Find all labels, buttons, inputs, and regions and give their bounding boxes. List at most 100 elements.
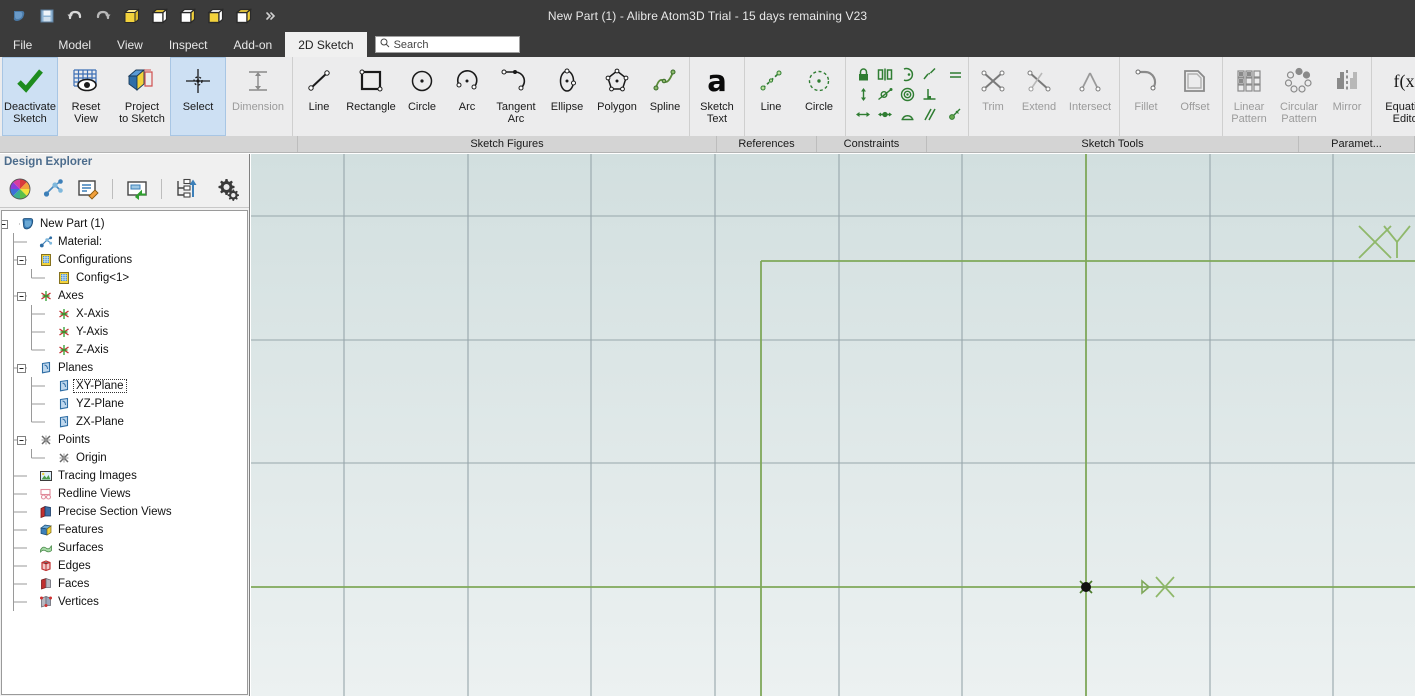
ellipse-button[interactable]: Ellipse (543, 57, 591, 136)
tangent-icon[interactable] (877, 87, 893, 107)
intersect-button[interactable]: Intersect (1063, 57, 1117, 136)
menu-add-on[interactable]: Add-on (221, 32, 286, 57)
tree-item-x-axis[interactable]: X-Axis (2, 305, 247, 323)
origin-point[interactable] (1079, 580, 1093, 594)
tree-item-precise-section-views[interactable]: Precise Section Views (2, 503, 247, 521)
gears-icon[interactable] (217, 177, 241, 201)
constraints-extra-column (944, 57, 966, 136)
app-icon[interactable] (6, 3, 32, 29)
tangent-arc-button[interactable]: Tangent Arc (489, 57, 543, 136)
concentric-icon[interactable] (900, 87, 915, 107)
horizontal-icon[interactable] (855, 107, 871, 127)
circular-pattern-button[interactable]: Circular Pattern (1273, 57, 1325, 136)
tree-item-label: Material: (58, 236, 103, 248)
trim-button[interactable]: Trim (971, 57, 1015, 136)
auto-constraint-icon[interactable] (947, 107, 963, 127)
tree-item-edges[interactable]: Edges (2, 557, 247, 575)
dimension-button[interactable]: Dimension (226, 57, 290, 136)
arc-label: Arc (458, 101, 476, 113)
group-label-references: References (717, 136, 817, 152)
tree-up-arrow-icon[interactable] (174, 177, 198, 201)
cube-outline-2-icon[interactable] (174, 3, 200, 29)
reference-line-button[interactable]: Line (747, 57, 795, 136)
tree-expander[interactable] (17, 256, 26, 265)
tree-item-axes[interactable]: Axes (2, 287, 247, 305)
redo-arrow-icon[interactable] (90, 3, 116, 29)
tree-item-planes[interactable]: Planes (2, 359, 247, 377)
sketch-canvas[interactable] (251, 154, 1415, 696)
cube-outline-3-icon[interactable] (202, 3, 228, 29)
offset-button[interactable]: Offset (1170, 57, 1220, 136)
tree-item-vertices[interactable]: Vertices (2, 593, 247, 611)
parallel-icon[interactable] (922, 107, 937, 127)
cube-yellow-icon[interactable] (118, 3, 144, 29)
vertical-icon[interactable] (856, 87, 871, 107)
menu-file[interactable]: File (0, 32, 45, 57)
design-explorer-tree[interactable]: New Part (1) Material: Configurations Confi… (1, 210, 248, 695)
tree-item-redline-views[interactable]: Redline Views (2, 485, 247, 503)
tree-item-label: Origin (76, 452, 107, 464)
arc-button[interactable]: Arc (445, 57, 489, 136)
equation-editor-button[interactable]: f(x) EquationEditor (1374, 57, 1415, 136)
equal-radius-icon[interactable] (900, 107, 915, 127)
reference-circle-button[interactable]: Circle (795, 57, 843, 136)
spline-button[interactable]: Spline (643, 57, 687, 136)
notes-edit-icon[interactable] (76, 177, 100, 201)
fillet-button[interactable]: Fillet (1122, 57, 1170, 136)
mirror-button[interactable]: Mirror (1325, 57, 1369, 136)
screen-export-icon[interactable] (125, 177, 149, 201)
coincident-icon[interactable] (877, 107, 893, 127)
line-button[interactable]: Line (295, 57, 343, 136)
tree-item-features[interactable]: Features (2, 521, 247, 539)
tree-expander[interactable] (2, 220, 8, 229)
tree-item-configurations[interactable]: Configurations (2, 251, 247, 269)
menu-inspect[interactable]: Inspect (156, 32, 221, 57)
perpendicular-icon[interactable] (922, 87, 937, 107)
color-wheel-icon[interactable] (8, 177, 32, 201)
menu-model[interactable]: Model (45, 32, 104, 57)
tree-item-config-1[interactable]: Config<1> (2, 269, 247, 287)
cube-outline-1-icon[interactable] (146, 3, 172, 29)
deactivate-sketch-button[interactable]: Deactivate Sketch (2, 57, 58, 136)
tree-item-faces[interactable]: Faces (2, 575, 247, 593)
rectangle-button[interactable]: Rectangle (343, 57, 399, 136)
node-graph-icon[interactable] (42, 177, 66, 201)
equal-icon[interactable] (948, 68, 963, 86)
tree-item-points[interactable]: Points (2, 431, 247, 449)
save-icon[interactable] (34, 3, 60, 29)
linear-pattern-button[interactable]: Linear Pattern (1225, 57, 1273, 136)
tree-item-new-part-1[interactable]: New Part (1) (2, 215, 247, 233)
reset-view-button[interactable]: Reset View (58, 57, 114, 136)
lock-icon[interactable] (856, 67, 871, 87)
double-chevron-right-icon[interactable] (258, 3, 284, 29)
tree-item-material[interactable]: Material: (2, 233, 247, 251)
menu-view[interactable]: View (104, 32, 156, 57)
concentric-arc-icon[interactable] (900, 67, 915, 87)
cube-outline-4-icon[interactable] (230, 3, 256, 29)
select-button[interactable]: Select (170, 57, 226, 136)
tree-item-origin[interactable]: Origin (2, 449, 247, 467)
tree-item-surfaces[interactable]: Surfaces (2, 539, 247, 557)
sketch-text-button[interactable]: a Sketch Text (692, 57, 742, 136)
tree-item-tracing-images[interactable]: Tracing Images (2, 467, 247, 485)
project-to-sketch-button[interactable]: Project to Sketch (114, 57, 170, 136)
symmetric-icon[interactable] (877, 67, 893, 87)
circle-button[interactable]: Circle (399, 57, 445, 136)
tree-item-label: ZX-Plane (76, 416, 124, 428)
tree-expander[interactable] (17, 364, 26, 373)
tree-item-zx-plane[interactable]: ZX-Plane (2, 413, 247, 431)
tree-item-xy-plane[interactable]: XY-Plane (2, 377, 247, 395)
tree-item-z-axis[interactable]: Z-Axis (2, 341, 247, 359)
tree-expander[interactable] (17, 436, 26, 445)
undo-arrow-icon[interactable] (62, 3, 88, 29)
search-input[interactable]: Search (374, 36, 520, 53)
extend-button[interactable]: Extend (1015, 57, 1063, 136)
tree-expander[interactable] (17, 292, 26, 301)
menu-2d-sketch[interactable]: 2D Sketch (285, 32, 367, 57)
tree-item-y-axis[interactable]: Y-Axis (2, 323, 247, 341)
dashed-line-icon (747, 61, 795, 101)
collinear-icon[interactable] (922, 67, 937, 87)
tree-item-yz-plane[interactable]: YZ-Plane (2, 395, 247, 413)
tree-connector (2, 521, 38, 539)
polygon-button[interactable]: Polygon (591, 57, 643, 136)
